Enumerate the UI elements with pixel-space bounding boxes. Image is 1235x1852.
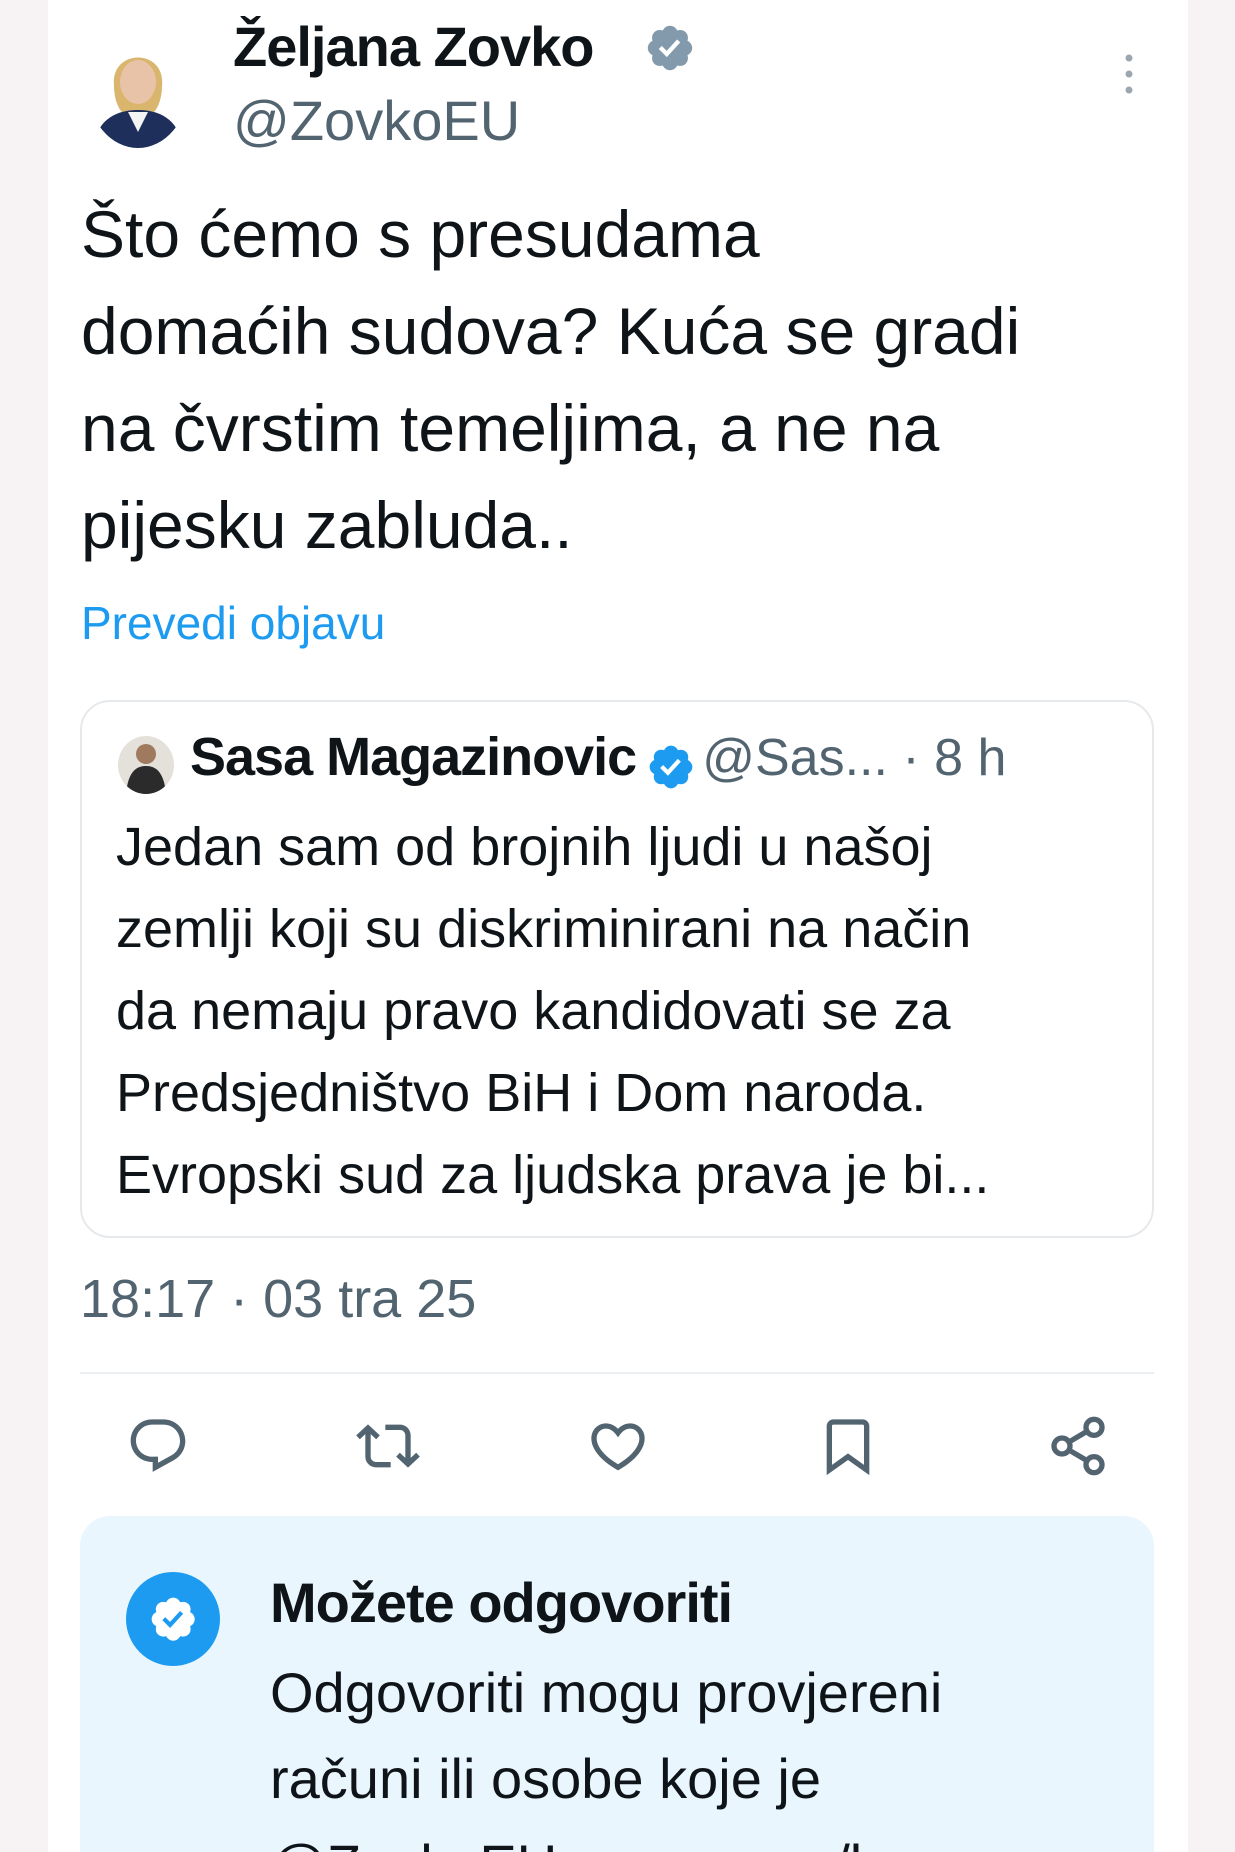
bookmark-icon[interactable] bbox=[816, 1414, 880, 1478]
quoted-header: Sasa Magazinovic @Sas... · 8 h bbox=[190, 726, 1006, 800]
notice-body-line: @ZovkoEU spomenuo/la bbox=[270, 1822, 1130, 1852]
reply-icon[interactable] bbox=[126, 1414, 190, 1478]
notice-body-line: Odgovoriti mogu provjereni bbox=[270, 1661, 943, 1724]
tweet-text-line: domaćih sudova? Kuća se gradi bbox=[81, 294, 1021, 368]
quoted-text-line: da nemaju pravo kandidovati se za bbox=[116, 981, 951, 1041]
quoted-author-name[interactable]: Sasa Magazinovic bbox=[190, 727, 637, 787]
quoted-handle-time: @Sas... · 8 h bbox=[702, 729, 1007, 787]
notice-body-line: računi ili osobe koje je bbox=[270, 1747, 821, 1810]
author-handle[interactable]: @ZovkoEU bbox=[233, 88, 520, 153]
quoted-text-line: Jedan sam od brojnih ljudi u našoj bbox=[116, 817, 933, 877]
repost-icon[interactable] bbox=[356, 1414, 420, 1478]
tweet-text-line: Što ćemo s presudama bbox=[81, 197, 760, 271]
like-icon[interactable] bbox=[586, 1414, 650, 1478]
tweet-timestamp[interactable]: 18:17 · 03 tra 25 bbox=[80, 1268, 476, 1330]
tweet-detail-card: Željana Zovko @ZovkoEU Što ćemo s presud… bbox=[48, 0, 1188, 1852]
author-avatar[interactable] bbox=[88, 28, 188, 148]
tweet-text: Što ćemo s presudama domaćih sudova? Kuć… bbox=[81, 186, 1161, 574]
reply-restriction-notice: Možete odgovoriti Odgovoriti mogu provje… bbox=[80, 1516, 1154, 1852]
verified-badge-icon bbox=[647, 25, 693, 71]
quoted-author-avatar[interactable] bbox=[118, 736, 174, 794]
quoted-text-line: zemlji koji su diskriminirani na način bbox=[116, 899, 972, 959]
tweet-text-line: na čvrstim temeljima, a ne na bbox=[81, 391, 940, 465]
more-options-icon[interactable] bbox=[1114, 50, 1144, 98]
verified-badge-icon bbox=[126, 1572, 220, 1666]
author-display-name[interactable]: Željana Zovko bbox=[233, 14, 594, 79]
notice-title: Možete odgovoriti bbox=[270, 1571, 733, 1634]
divider bbox=[80, 1372, 1154, 1374]
translate-post-link[interactable]: Prevedi objavu bbox=[81, 596, 385, 650]
share-icon[interactable] bbox=[1046, 1414, 1110, 1478]
quoted-tweet[interactable]: Sasa Magazinovic @Sas... · 8 h Jedan sam… bbox=[80, 700, 1154, 1238]
quoted-text-line: Predsjedništvo BiH i Dom naroda. bbox=[116, 1063, 927, 1123]
quoted-text: Jedan sam od brojnih ljudi u našoj zemlj… bbox=[116, 806, 1136, 1216]
verified-badge-icon bbox=[649, 745, 693, 789]
tweet-text-line: pijesku zabluda.. bbox=[81, 488, 573, 562]
notice-body: Odgovoriti mogu provjereni računi ili os… bbox=[270, 1650, 1130, 1852]
quoted-text-line: Evropski sud za ljudska prava je bi... bbox=[116, 1145, 990, 1205]
